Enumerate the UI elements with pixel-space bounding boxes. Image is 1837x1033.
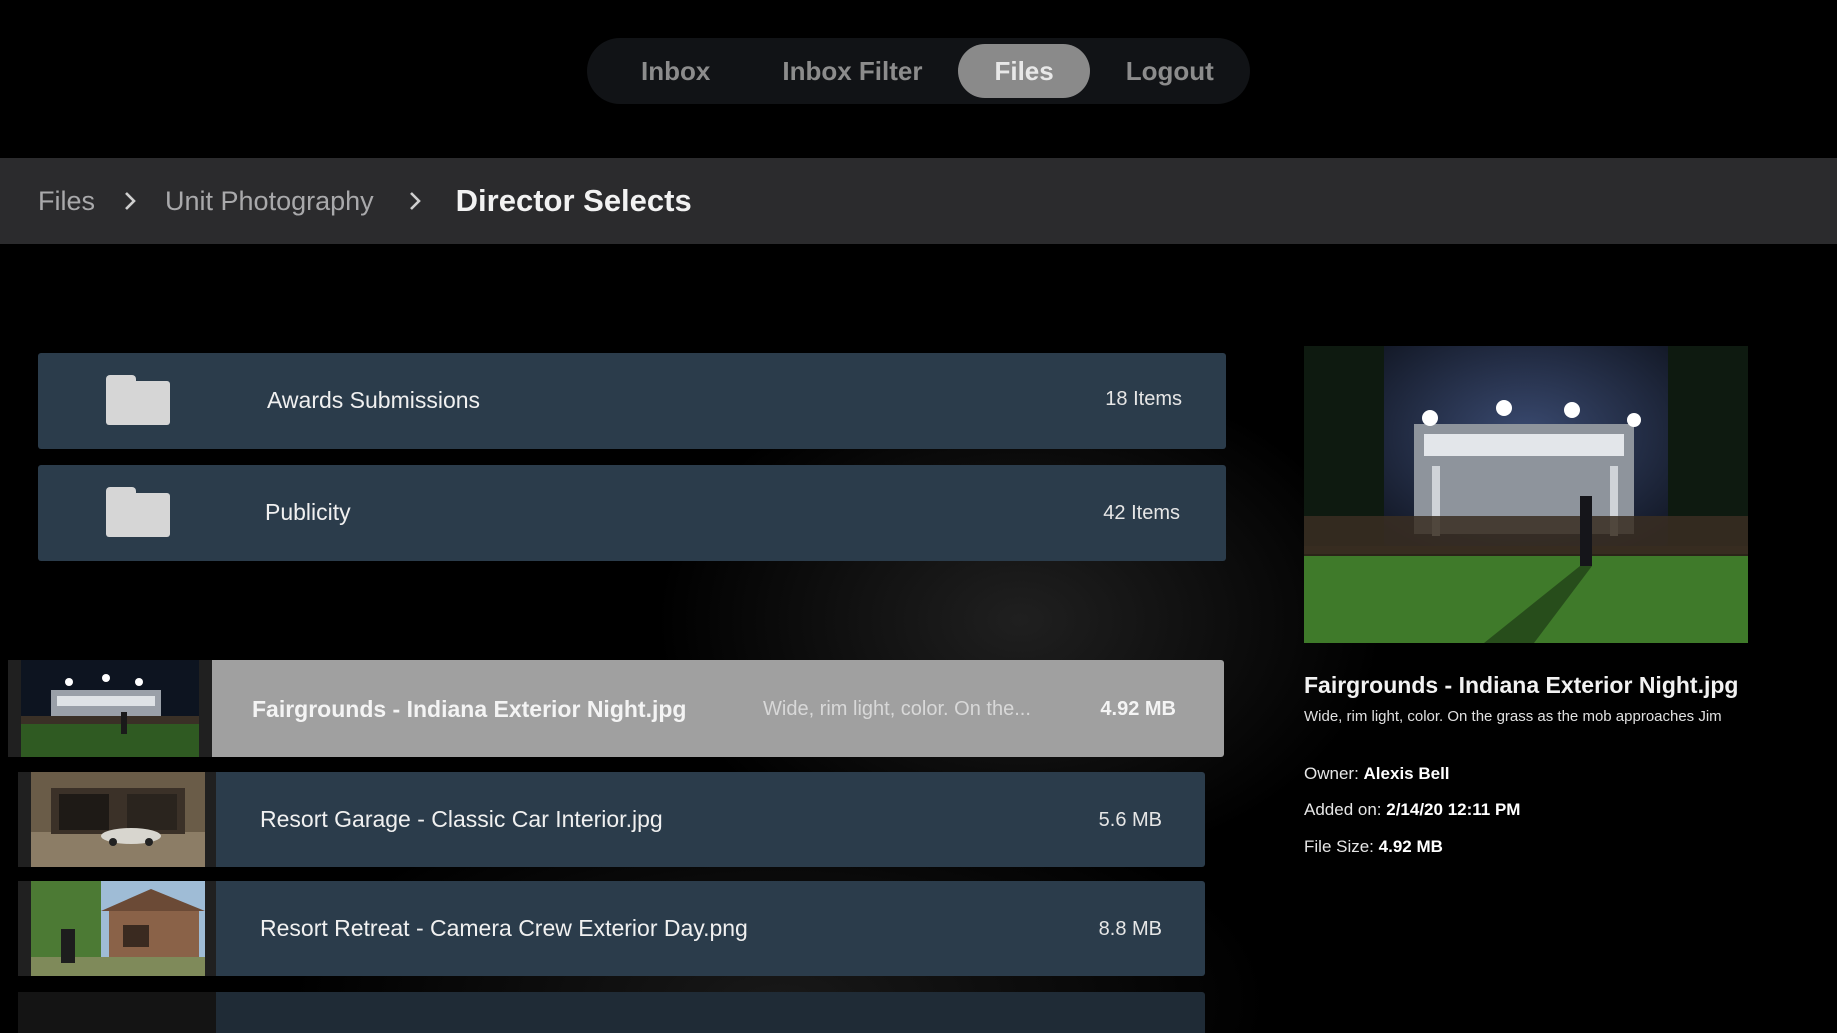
file-size: 8.8 MB (1098, 918, 1162, 940)
file-size: 5.6 MB (1098, 809, 1162, 831)
breadcrumb-unit-photography[interactable]: Unit Photography (165, 186, 374, 217)
chevron-right-icon (374, 191, 456, 211)
breadcrumb-files[interactable]: Files (38, 186, 95, 217)
file-description: Wide, rim light, color. On the... (763, 698, 1031, 720)
preview-image (1304, 346, 1748, 643)
tab-logout[interactable]: Logout (1090, 44, 1250, 98)
detail-added-value: 2/14/20 12:11 PM (1386, 800, 1521, 819)
file-row[interactable]: Resort Garage - Classic Car Interior.jpg… (18, 772, 1205, 867)
tab-inbox-filter[interactable]: Inbox Filter (746, 44, 958, 98)
folder-row-publicity[interactable]: Publicity 42 Items (38, 465, 1226, 561)
detail-owner-value: Alexis Bell (1363, 764, 1450, 783)
file-thumbnail (31, 881, 205, 976)
tab-inbox[interactable]: Inbox (605, 44, 746, 98)
detail-title: Fairgrounds - Indiana Exterior Night.jpg (1304, 672, 1739, 698)
file-row[interactable]: Resort Retreat - Camera Crew Exterior Da… (18, 881, 1205, 976)
detail-size-value: 4.92 MB (1378, 837, 1443, 856)
file-name: Fairgrounds - Indiana Exterior Night.jpg (252, 696, 687, 722)
file-row-selected[interactable]: Fairgrounds - Indiana Exterior Night.jpg… (8, 660, 1224, 757)
breadcrumb: Files Unit Photography Director Selects (0, 158, 1837, 244)
detail-owner: Owner: Alexis Bell (1304, 764, 1450, 783)
file-thumbnail (31, 772, 205, 867)
detail-description: Wide, rim light, color. On the grass as … (1304, 708, 1722, 725)
chevron-right-icon (95, 191, 165, 211)
file-name: Resort Garage - Classic Car Interior.jpg (260, 806, 663, 832)
top-nav: Inbox Inbox Filter Files Logout (587, 38, 1250, 104)
breadcrumb-current: Director Selects (455, 183, 692, 218)
folder-name: Awards Submissions (267, 387, 481, 413)
folder-row-awards[interactable]: Awards Submissions 18 Items (38, 353, 1226, 449)
file-name: Resort Retreat - Camera Crew Exterior Da… (260, 915, 748, 941)
file-row-partial[interactable] (18, 992, 1205, 1033)
folder-icon (106, 375, 170, 425)
folder-count: 18 Items (1105, 388, 1182, 410)
detail-added: Added on: 2/14/20 12:11 PM (1304, 800, 1521, 819)
detail-size: File Size: 4.92 MB (1304, 837, 1443, 856)
file-thumbnail (21, 660, 199, 757)
folder-icon (106, 487, 170, 537)
file-size: 4.92 MB (1100, 698, 1176, 720)
folder-count: 42 Items (1103, 502, 1180, 524)
folder-name: Publicity (265, 499, 351, 525)
tab-files[interactable]: Files (958, 44, 1090, 98)
